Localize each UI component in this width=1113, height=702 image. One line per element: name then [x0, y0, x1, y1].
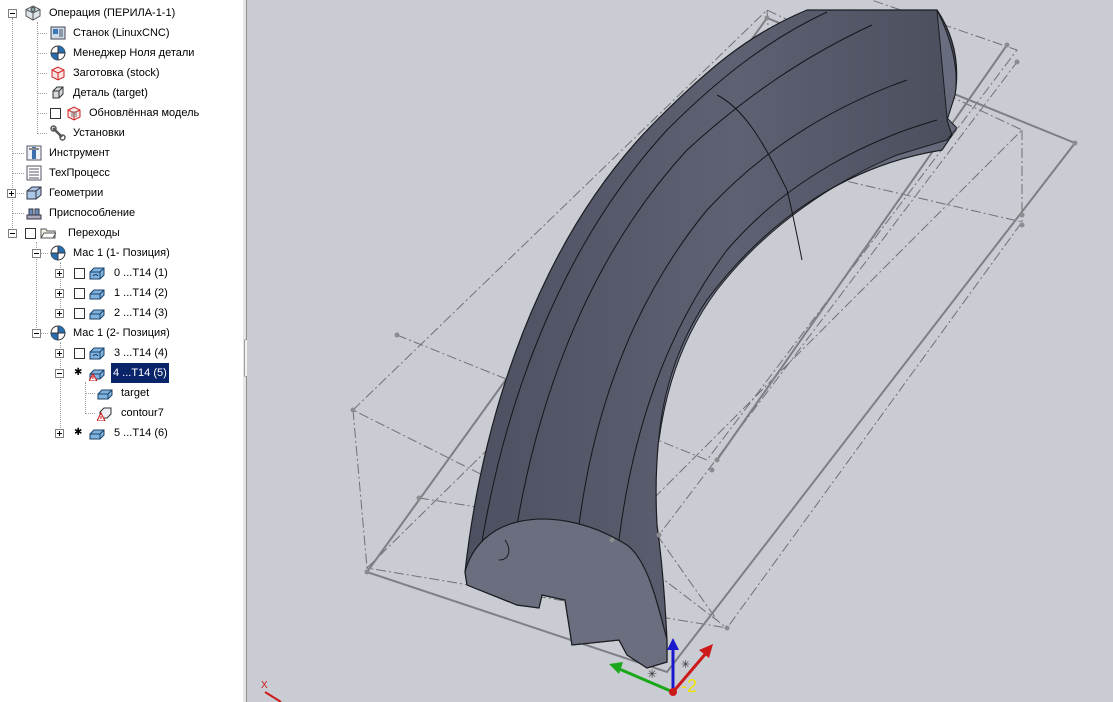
- tree-item-label: 5 ...T14 (6): [114, 427, 168, 439]
- collapse-toggle[interactable]: [8, 229, 17, 238]
- folder-icon: [40, 228, 56, 239]
- tree-item-label: Мас 1 (2- Позиция): [73, 327, 170, 339]
- expand-toggle[interactable]: [55, 309, 64, 318]
- tree-item-tool[interactable]: Инструмент: [0, 143, 243, 163]
- axis-label: -2: [681, 676, 698, 696]
- expand-toggle[interactable]: [55, 289, 64, 298]
- collapse-toggle[interactable]: [8, 9, 17, 18]
- expand-toggle[interactable]: [55, 429, 64, 438]
- tree-item-label: Операция (ПЕРИЛА-1-1): [49, 7, 176, 19]
- tree-item-transitions[interactable]: Переходы: [0, 223, 243, 243]
- geometry-icon: [26, 186, 42, 200]
- part-icon: [52, 86, 64, 99]
- position-icon: [50, 245, 66, 261]
- tree-item-position-2[interactable]: Мас 1 (2- Позиция): [0, 323, 243, 343]
- tree-item-label: Заготовка (stock): [73, 67, 160, 79]
- tree-item-label: Обновлённая модель: [89, 107, 200, 119]
- tree-item-stock[interactable]: Заготовка (stock): [0, 63, 243, 83]
- tree-item-label: contour7: [121, 407, 164, 419]
- visibility-checkbox[interactable]: [74, 308, 85, 319]
- tree-item-updated-model[interactable]: Обновлённая модель: [0, 103, 243, 123]
- tree-item-contour7[interactable]: contour7: [0, 403, 243, 423]
- toolpath-icon: [89, 429, 105, 440]
- viewport-canvas: ✳ ✳: [264, 0, 1078, 702]
- tree-item-label: Переходы: [68, 227, 120, 239]
- corner-axis-label: X: [261, 680, 268, 691]
- tree-item-label: Установки: [73, 127, 125, 139]
- collapse-toggle[interactable]: [32, 329, 41, 338]
- process-icon: [26, 165, 42, 181]
- tree-item-machine[interactable]: Станок (LinuxCNC): [0, 23, 243, 43]
- collapse-toggle[interactable]: [55, 369, 64, 378]
- handrail-part: [464, 9, 958, 669]
- corner-axis-indicator: [264, 691, 282, 702]
- visibility-checkbox[interactable]: [74, 268, 85, 279]
- visibility-checkbox[interactable]: [74, 288, 85, 299]
- expand-toggle[interactable]: [55, 349, 64, 358]
- tree-item-label: Приспособление: [49, 207, 136, 219]
- target-icon: [97, 389, 113, 400]
- tree-item-target[interactable]: target: [0, 383, 243, 403]
- toolpath-warning-icon: [89, 369, 105, 381]
- tree-item-settings[interactable]: Установки: [0, 123, 243, 143]
- pin-icon: ✱: [74, 427, 83, 438]
- machine-icon: [50, 26, 66, 40]
- visibility-checkbox[interactable]: [50, 108, 61, 119]
- wrench-icon: [50, 125, 66, 141]
- expand-toggle[interactable]: [55, 269, 64, 278]
- toolpath-icon: [89, 289, 105, 300]
- tree-item-label: Геометрии: [49, 187, 104, 199]
- tree-item-position-1[interactable]: Мас 1 (1- Позиция): [0, 243, 243, 263]
- pin-icon: ✱: [74, 367, 83, 378]
- tree-item-label: Деталь (target): [73, 87, 148, 99]
- tree-item-process[interactable]: ТехПроцесс: [0, 163, 243, 183]
- updated-model-icon: [67, 106, 81, 121]
- tree-item-label: 4 ...T14 (5): [111, 363, 169, 383]
- visibility-checkbox[interactable]: [74, 348, 85, 359]
- tree-item-fixture[interactable]: Приспособление: [0, 203, 243, 223]
- tree-item-label: Станок (LinuxCNC): [73, 27, 170, 39]
- tree-item-label: 1 ...T14 (2): [114, 287, 168, 299]
- operation-icon: [25, 5, 41, 21]
- fixture-icon: [26, 208, 42, 220]
- tool-icon: [26, 145, 42, 161]
- tree-item-zero-manager[interactable]: Менеджер Ноля детали: [0, 43, 243, 63]
- tree-item-label: Инструмент: [49, 147, 110, 159]
- tree-item-label: 0 ...T14 (1): [114, 267, 168, 279]
- contour-warning-icon: [97, 407, 112, 421]
- 3d-viewport[interactable]: ✳ ✳ -2 X: [247, 0, 1113, 702]
- tree-item-label: 2 ...T14 (3): [114, 307, 168, 319]
- visibility-checkbox[interactable]: [25, 228, 36, 239]
- toolpath-icon: [89, 347, 105, 360]
- tree-item-geometry[interactable]: Геометрии: [0, 183, 243, 203]
- tree-item-toolpath-2[interactable]: 2 ...T14 (3): [0, 303, 243, 323]
- tree-item-label: target: [121, 387, 150, 399]
- zero-manager-icon: [50, 45, 66, 61]
- stock-icon: [51, 66, 65, 81]
- toolpath-icon: [89, 267, 105, 280]
- tree-item-toolpath-3[interactable]: 3 ...T14 (4): [0, 343, 243, 363]
- expand-toggle[interactable]: [7, 189, 16, 198]
- svg-text:✳: ✳: [681, 658, 690, 671]
- tree-item-label: Менеджер Ноля детали: [73, 47, 195, 59]
- tree-item-label: 3 ...T14 (4): [114, 347, 168, 359]
- tree-item-toolpath-4[interactable]: ✱ 4 ...T14 (5): [0, 363, 243, 383]
- operation-tree-panel: Операция (ПЕРИЛА-1-1) Станок (LinuxCNC) …: [0, 0, 244, 702]
- collapse-toggle[interactable]: [32, 249, 41, 258]
- tree-item-toolpath-5[interactable]: ✱ 5 ...T14 (6): [0, 423, 243, 443]
- position-icon: [50, 325, 66, 341]
- tree-item-label: Мас 1 (1- Позиция): [73, 247, 170, 259]
- tree-item-part[interactable]: Деталь (target): [0, 83, 243, 103]
- tree-item-operation[interactable]: Операция (ПЕРИЛА-1-1): [0, 3, 243, 23]
- tree-item-toolpath-0[interactable]: 0 ...T14 (1): [0, 263, 243, 283]
- toolpath-icon: [89, 309, 105, 320]
- tree-item-label: ТехПроцесс: [49, 167, 110, 179]
- tree-item-toolpath-1[interactable]: 1 ...T14 (2): [0, 283, 243, 303]
- svg-text:✳: ✳: [647, 667, 657, 681]
